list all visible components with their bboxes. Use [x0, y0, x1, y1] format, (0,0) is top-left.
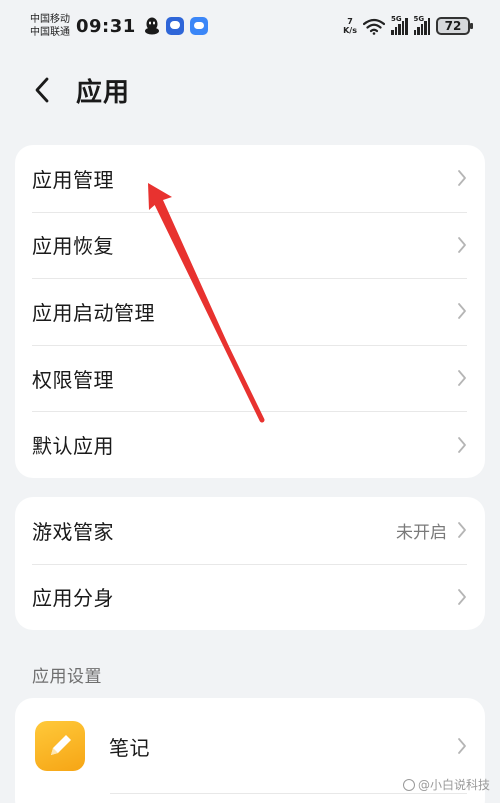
- wifi-icon: [363, 18, 385, 35]
- app-options-card: 应用管理 应用恢复 应用启动管理 权限管理 默认应用: [15, 145, 485, 478]
- watermark: @小白说科技: [402, 776, 490, 793]
- section-title-app-settings: 应用设置: [32, 667, 102, 687]
- net-speed-unit: K/s: [343, 26, 357, 35]
- network-speed: 7 K/s: [343, 17, 357, 35]
- battery-indicator: 72: [436, 17, 473, 35]
- app-restore-item[interactable]: 应用恢复: [15, 211, 485, 279]
- page-header: 应用: [0, 62, 500, 118]
- row-label: 应用管理: [32, 167, 114, 192]
- notification-icons: [144, 17, 208, 35]
- default-apps-item[interactable]: 默认应用: [15, 411, 485, 478]
- game-twin-card: 游戏管家 未开启 应用分身: [15, 497, 485, 630]
- row-status-value: 未开启: [396, 522, 447, 543]
- app-management-item[interactable]: 应用管理: [15, 145, 485, 212]
- chevron-right-icon: [458, 236, 466, 253]
- signal-1-label: 5G: [391, 15, 402, 23]
- message-icon: [189, 17, 208, 35]
- carrier-1: 中国移动: [30, 14, 70, 25]
- row-label: 应用启动管理: [32, 300, 155, 325]
- pencil-icon: [51, 735, 71, 755]
- watermark-icon: [402, 778, 415, 791]
- row-label: 权限管理: [32, 367, 114, 392]
- qq-icon: [144, 17, 159, 35]
- net-speed-value: 7: [347, 17, 353, 26]
- battery-level: 72: [444, 19, 462, 33]
- chevron-left-icon: [35, 77, 49, 103]
- signal-icon-2: 5G: [413, 15, 430, 35]
- row-label: 应用分身: [32, 586, 114, 611]
- app-twin-item[interactable]: 应用分身: [15, 563, 485, 631]
- status-time: 09:31: [76, 15, 136, 37]
- chevron-right-icon: [458, 170, 466, 187]
- chevron-right-icon: [458, 303, 466, 320]
- chevron-right-icon: [458, 738, 466, 754]
- chevron-right-icon: [458, 522, 466, 539]
- back-button[interactable]: [34, 75, 58, 105]
- signal-2-label: 5G: [413, 15, 425, 23]
- row-label: 应用恢复: [32, 234, 114, 259]
- game-assistant-item[interactable]: 游戏管家 未开启: [15, 497, 485, 564]
- row-label: 笔记: [109, 735, 150, 760]
- page-title: 应用: [76, 77, 131, 108]
- chevron-right-icon: [458, 370, 466, 386]
- row-label: 游戏管家: [32, 519, 114, 544]
- carrier-2: 中国联通: [30, 27, 70, 38]
- permission-management-item[interactable]: 权限管理: [15, 344, 485, 412]
- status-right: 7 K/s 5G 5G 72: [343, 15, 473, 35]
- signal-icon-1: 5G: [391, 15, 408, 35]
- watermark-text: @小白说科技: [417, 778, 490, 792]
- row-label: 默认应用: [32, 434, 114, 459]
- notification-app-icon: [165, 17, 184, 35]
- chevron-right-icon: [458, 436, 466, 453]
- carrier-info: 中国移动 中国联通: [30, 13, 70, 39]
- chevron-right-icon: [458, 588, 466, 605]
- notes-app-icon: [35, 721, 85, 771]
- divider: [110, 793, 467, 794]
- status-bar: 中国移动 中国联通 09:31 7 K/s 5G 5G 72: [0, 0, 500, 52]
- app-launch-management-item[interactable]: 应用启动管理: [15, 278, 485, 345]
